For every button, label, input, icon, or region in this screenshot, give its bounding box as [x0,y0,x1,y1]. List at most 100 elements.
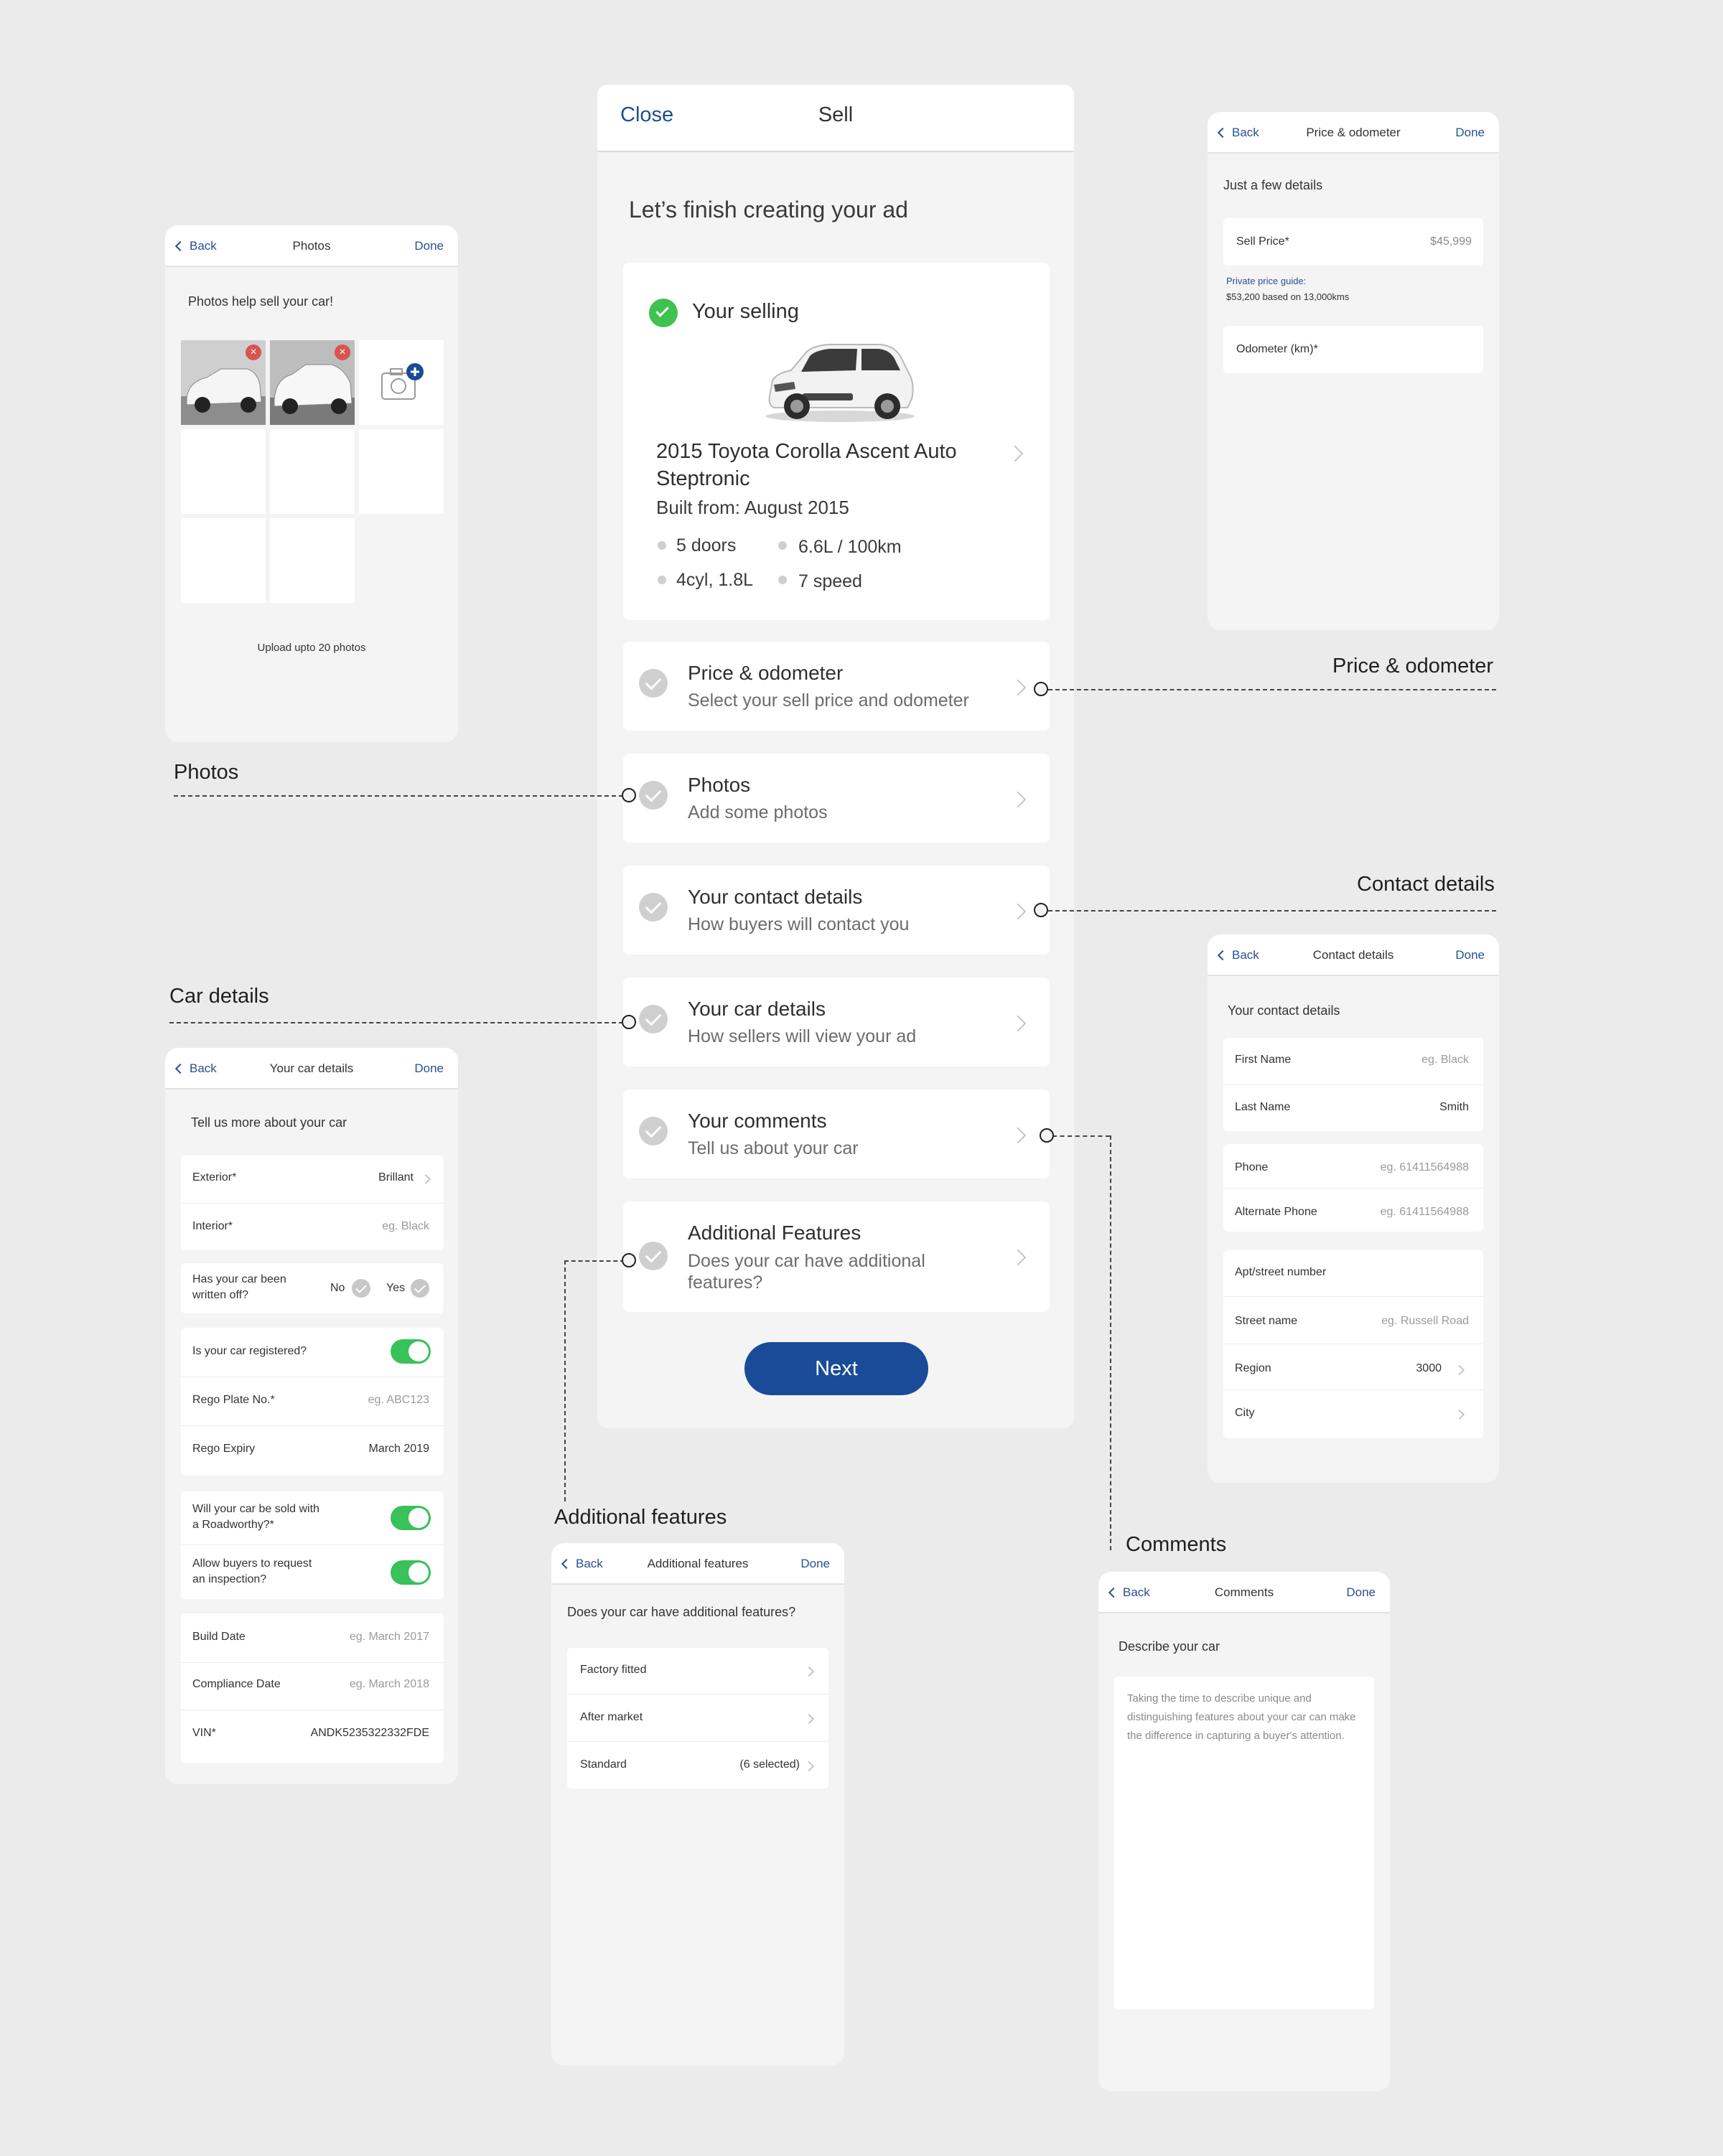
connector-dot [1040,1128,1054,1143]
field-value: March 2019 [368,1443,430,1455]
field-label: Rego Expiry [192,1443,256,1455]
connector-line [174,795,623,797]
address-group: Apt/street number Street name eg. Russel… [1223,1250,1483,1438]
step-contact-details[interactable]: Your contact details How buyers will con… [623,866,1050,955]
no-radio-check-icon[interactable] [352,1279,370,1298]
photo-thumbnail[interactable]: × [181,340,266,425]
label-line: Has your car been [192,1273,286,1285]
features-list: Factory fitted After market Standard (6 … [567,1648,828,1789]
done-button[interactable]: Done [414,239,444,253]
chevron-right-icon [1454,1364,1465,1376]
car-title: 2015 Toyota Corolla Ascent Auto Steptron… [656,440,957,490]
colour-group: Exterior* Brillant Interior* eg. Black [181,1156,444,1250]
chevron-right-icon [1009,903,1027,920]
panel-heading: Does your car have additional features? [567,1605,796,1619]
field-value: eg. 61411564988 [1380,1161,1469,1173]
field-value: Brillant [378,1171,414,1184]
callout-comments: Comments [1126,1533,1227,1556]
car-header: Back Your car details Done [165,1048,458,1089]
chevron-right-icon [1007,445,1024,462]
spec-bullet [658,576,666,584]
chevron-right-icon [1009,679,1027,696]
step-subtitle: Add some photos [688,802,828,822]
callout-price-odometer: Price & odometer [1332,655,1494,678]
phone-group: Phone eg. 61411564988 Alternate Phone eg… [1223,1144,1483,1232]
add-photo-button[interactable] [359,340,444,425]
step-photos[interactable]: Photos Add some photos [623,754,1050,843]
photo-slot[interactable] [359,429,444,514]
step-comments[interactable]: Your comments Tell us about your car [623,1089,1050,1178]
photo-thumbnail[interactable]: × [270,340,355,425]
sell-price-field[interactable]: Sell Price* $45,999 [1223,218,1483,266]
car-built-date: Built from: August 2015 [656,497,849,518]
description-placeholder: Taking the time to describe unique and d… [1127,1692,1356,1742]
field-value: eg. Russell Road [1381,1315,1469,1327]
callout-photos: Photos [174,761,239,784]
car-image [765,344,915,422]
next-button[interactable]: Next [744,1342,928,1395]
check-icon [639,893,668,922]
photo-slot[interactable] [181,429,266,514]
chevron-right-icon [1454,1409,1465,1420]
connector-line [564,1260,566,1501]
field-value: eg. Black [382,1220,429,1232]
step-additional-features[interactable]: Additional Features Does your car have a… [623,1201,1050,1312]
spec-doors: 5 doors [676,535,737,556]
price-odometer-screen: Back Price & odometer Done Just a few de… [1208,112,1499,630]
label-line: Allow buyers to request [192,1557,312,1570]
price-guide-value: $53,200 based on 13,000kms [1226,291,1350,302]
spec-transmission: 7 speed [798,571,862,591]
field-label: Build Date [192,1631,246,1643]
field-label: Is your car registered? [192,1345,307,1357]
connector-line [1052,1135,1110,1137]
remove-photo-icon[interactable]: × [335,345,350,360]
selling-card[interactable]: Your selling 2015 Toyota Corolla Ascent … [623,263,1050,620]
inspection-toggle[interactable] [391,1560,431,1585]
photos-screen: Back Photos Done Photos help sell your c… [165,225,458,742]
chevron-right-icon [1009,1127,1027,1144]
sell-screen: Close Sell Let’s finish creating your ad… [597,85,1074,1428]
done-button[interactable]: Done [1455,126,1485,140]
contact-details-screen: Back Contact details Done Your contact d… [1208,934,1499,1483]
name-group: First Name eg. Black Last Name Smith [1223,1038,1483,1131]
registration-group: Is your car registered? Rego Plate No.* … [181,1328,444,1476]
field-label: Alternate Phone [1235,1206,1317,1218]
field-value: eg. ABC123 [368,1394,429,1406]
field-value: 3000 [1416,1362,1442,1374]
yes-radio-check-icon[interactable] [411,1279,429,1298]
registered-toggle[interactable] [391,1339,431,1364]
photo-slot[interactable] [270,429,355,514]
done-button[interactable]: Done [414,1061,444,1076]
panel-heading: Photos help sell your car! [188,294,334,309]
written-off-label: Has your car been written off? [192,1272,286,1303]
spec-bullet [778,576,787,584]
chevron-right-icon [1009,1249,1027,1266]
connector-line [564,1260,625,1262]
done-button[interactable]: Done [1346,1585,1376,1600]
field-label: Region [1235,1362,1271,1374]
no-option-label: No [330,1282,345,1294]
photo-slot[interactable] [270,518,355,603]
step-subtitle: How buyers will contact you [688,914,910,934]
done-button[interactable]: Done [800,1557,830,1571]
connector-line [1110,1135,1111,1550]
written-off-group: Has your car been written off? No Yes [181,1263,444,1313]
comments-screen: Back Comments Done Describe your car Tak… [1098,1572,1390,2091]
label-line: an inspection? [192,1573,267,1585]
step-price-odometer[interactable]: Price & odometer Select your sell price … [623,642,1050,731]
description-textarea[interactable]: Taking the time to describe unique and d… [1114,1677,1374,2010]
remove-photo-icon[interactable]: × [246,345,261,360]
field-value: eg. March 2018 [349,1678,429,1690]
roadworthy-toggle[interactable] [391,1506,431,1530]
done-button[interactable]: Done [1455,948,1485,962]
panel-heading: Describe your car [1119,1639,1220,1654]
field-label: Exterior* [192,1171,237,1184]
field-value: Smith [1439,1101,1469,1113]
step-car-details[interactable]: Your car details How sellers will view y… [623,978,1050,1067]
connector-dot [1034,903,1048,917]
chevron-right-icon [420,1173,431,1185]
photo-slot[interactable] [181,518,266,603]
label-line: a Roadworthy?* [192,1519,274,1531]
check-icon [639,1242,668,1270]
odometer-field[interactable]: Odometer (km)* [1223,326,1483,373]
